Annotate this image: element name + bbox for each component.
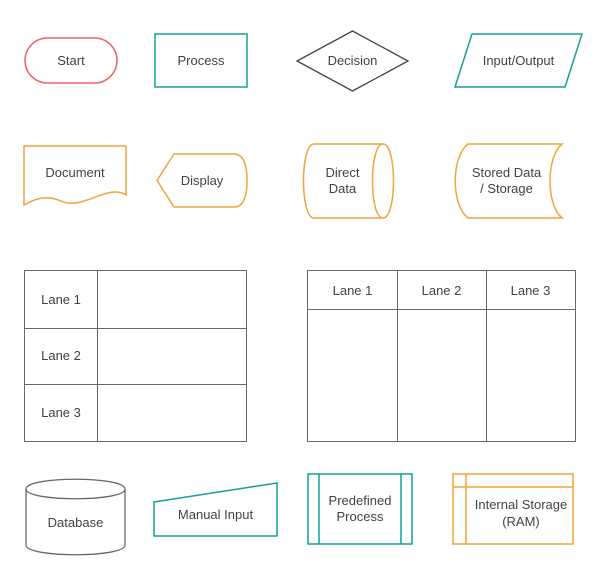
swimlane-h-lane2-header: Lane 2: [25, 328, 97, 385]
shape-display[interactable]: Display: [156, 153, 248, 208]
swimlane-h-lane3-header: Lane 3: [25, 384, 97, 441]
shape-start[interactable]: Start: [24, 37, 118, 84]
shape-database[interactable]: Database: [25, 478, 126, 556]
shape-process[interactable]: Process: [154, 33, 248, 88]
shape-io[interactable]: Input/Output: [454, 33, 583, 88]
swimlane-v-lane3-header: Lane 3: [486, 271, 575, 309]
swimlane-v-lane1-header: Lane 1: [308, 271, 397, 309]
shape-manual-input[interactable]: Manual Input: [153, 482, 278, 537]
swimlane-vertical[interactable]: Lane 1 Lane 2 Lane 3: [307, 270, 576, 442]
shape-document[interactable]: Document: [23, 145, 127, 207]
shape-internal-storage[interactable]: Internal Storage (RAM): [452, 473, 574, 545]
shape-stored-data[interactable]: Stored Data / Storage: [454, 143, 563, 219]
shape-predefined-process[interactable]: Predefined Process: [307, 473, 413, 545]
swimlane-horizontal-divider: [97, 271, 98, 441]
swimlane-horizontal[interactable]: Lane 1 Lane 2 Lane 3: [24, 270, 247, 442]
swimlane-vertical-header-divider: [308, 309, 575, 310]
shape-direct-data[interactable]: Direct Data: [302, 143, 395, 219]
shape-decision[interactable]: Decision: [296, 30, 409, 92]
swimlane-h-lane1-header: Lane 1: [25, 271, 97, 328]
swimlane-v-lane2-header: Lane 2: [397, 271, 486, 309]
